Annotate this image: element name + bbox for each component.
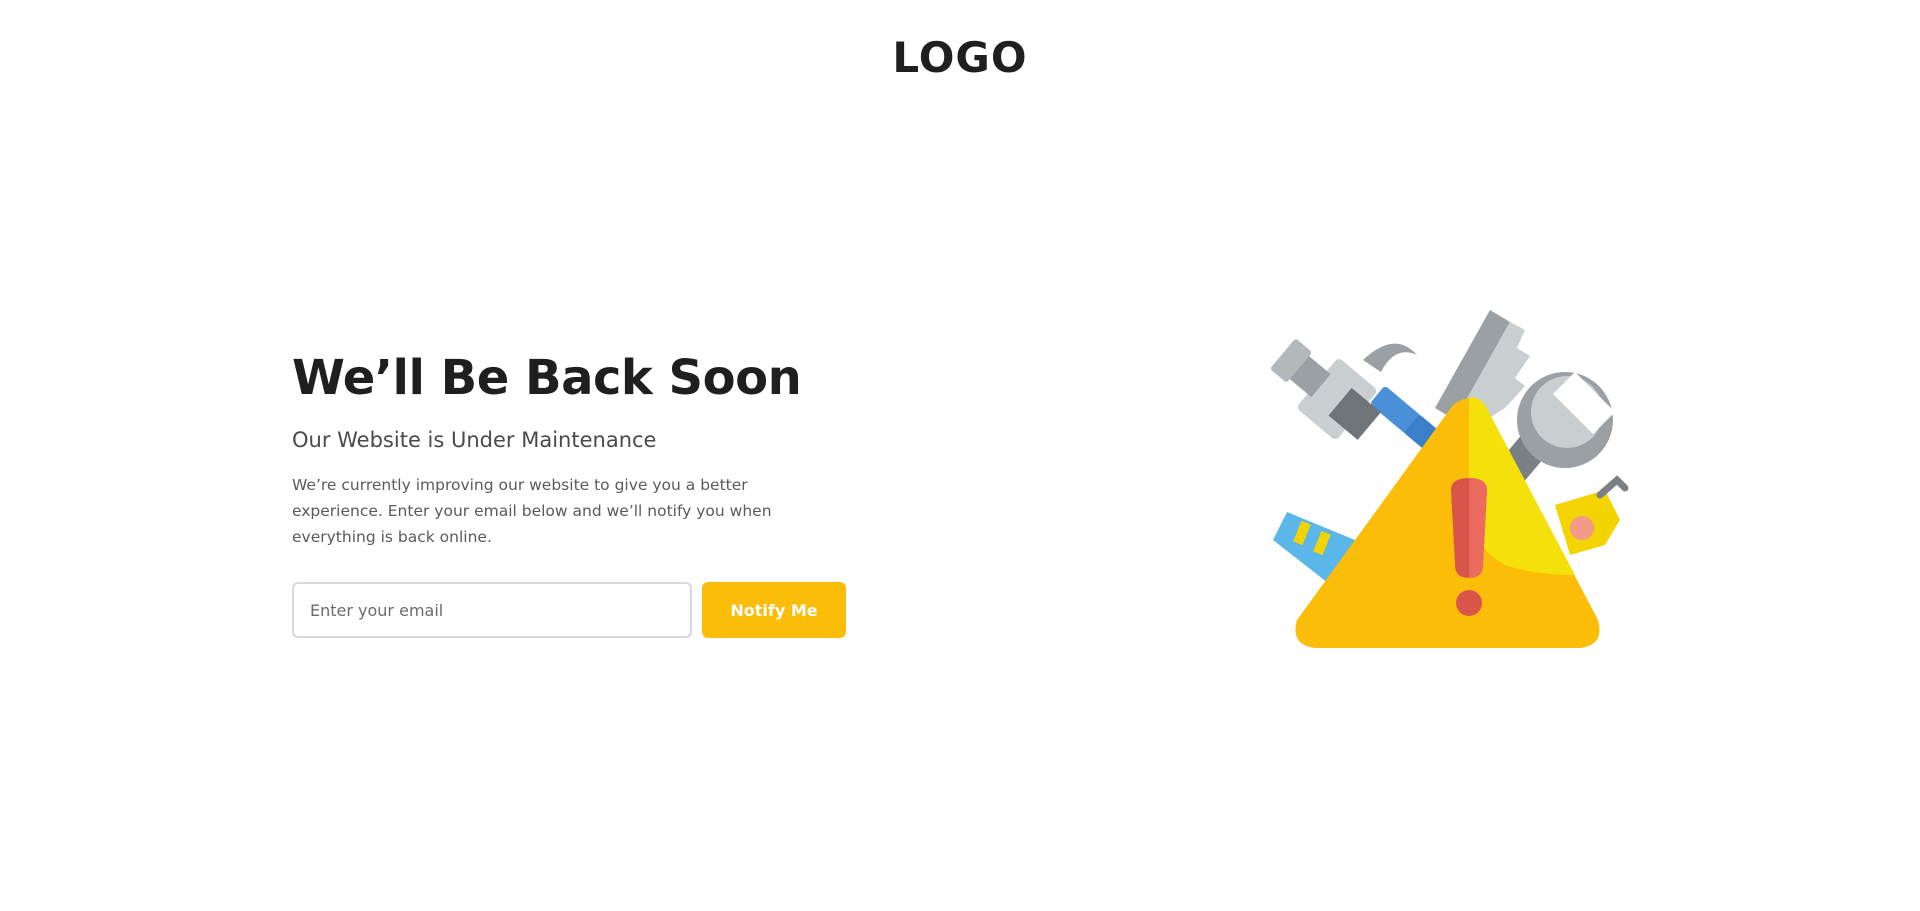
page-subtitle: Our Website is Under Maintenance [292, 428, 657, 452]
logo: LOGO [892, 33, 1028, 82]
notify-form: Notify Me [292, 582, 912, 638]
maintenance-warning-tools-icon [1245, 300, 1645, 680]
maintenance-page: LOGO We’ll Be Back Soon Our Website is U… [0, 0, 1920, 911]
maintenance-description: We’re currently improving our website to… [292, 476, 772, 546]
notify-me-button[interactable]: Notify Me [702, 582, 846, 638]
email-input[interactable] [292, 582, 692, 638]
hammer-icon [1271, 339, 1453, 460]
page-title: We’ll Be Back Soon [292, 350, 802, 406]
maintenance-content: We’ll Be Back Soon Our Website is Under … [292, 348, 912, 638]
tube-icon [1555, 475, 1629, 555]
